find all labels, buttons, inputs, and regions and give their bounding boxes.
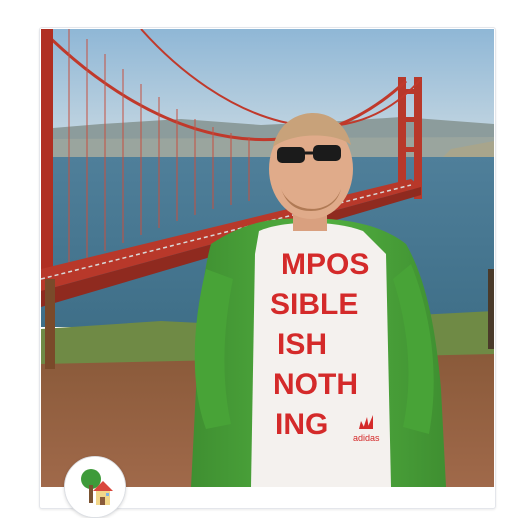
post-photo[interactable]: MPOS SIBLE ISH NOTH ING adidas — [41, 29, 494, 487]
post-card: MPOS SIBLE ISH NOTH ING adidas — [39, 27, 496, 509]
adidas-brand-text: adidas — [353, 433, 380, 443]
shirt-text-line-4: NOTH — [273, 368, 358, 401]
bridge-portrait-image: MPOS SIBLE ISH NOTH ING adidas — [41, 29, 494, 487]
house-avatar-icon[interactable] — [64, 456, 126, 518]
shirt-text-line-3: ISH — [277, 328, 327, 361]
shirt-text-line-1: MPOS — [281, 248, 369, 281]
shirt-text-line-5: ING — [275, 408, 328, 441]
shirt-text-line-2: SIBLE — [270, 288, 358, 321]
